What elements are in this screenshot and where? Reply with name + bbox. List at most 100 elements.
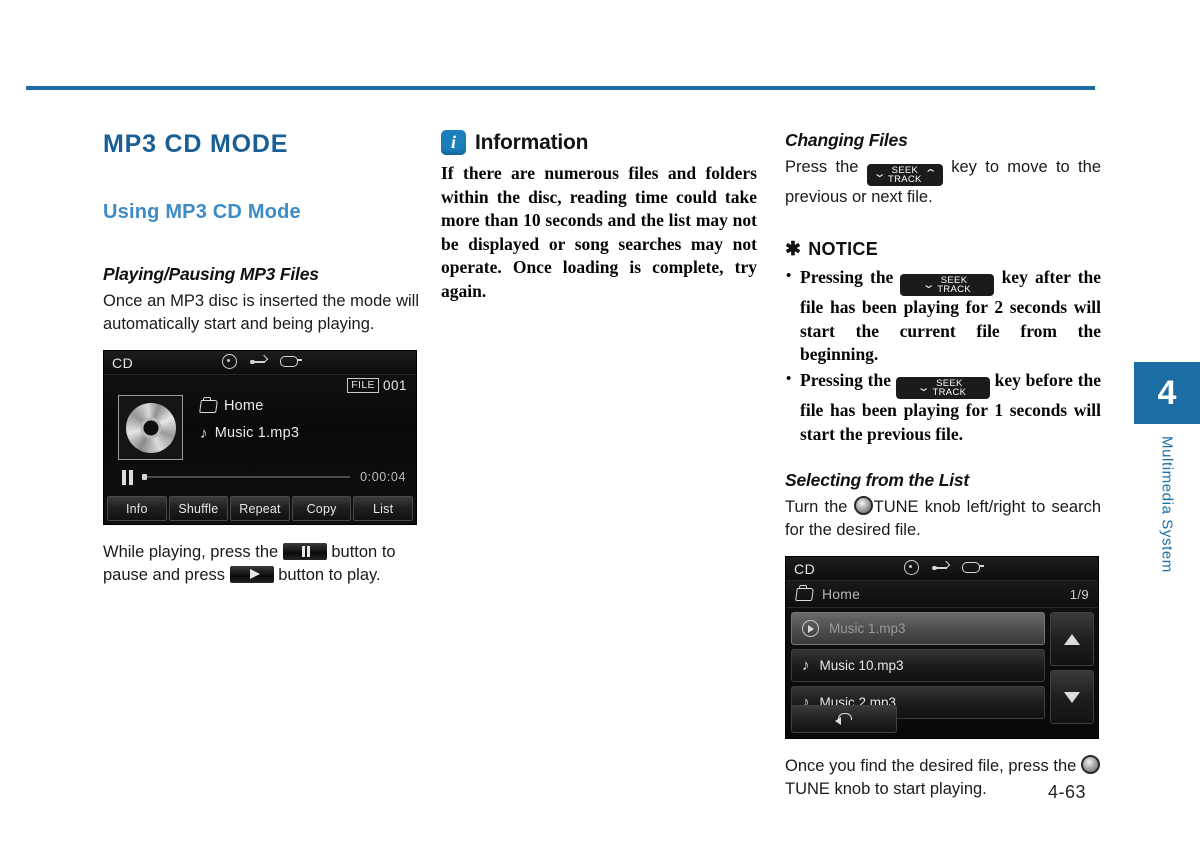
track-label: TRACK — [932, 387, 967, 398]
arrow-up-icon — [1064, 633, 1080, 645]
seek-track-labels: SEEK TRACK — [887, 165, 922, 185]
usb-icon — [932, 560, 951, 574]
closing-text-1: Once you find the desired file, press th… — [785, 757, 1077, 775]
back-button[interactable] — [791, 705, 897, 733]
chapter-number: 4 — [1134, 362, 1200, 424]
status-icon-group — [904, 560, 984, 575]
folder-icon — [795, 587, 814, 601]
source-label: CD — [794, 560, 816, 577]
play-button-glyph — [229, 566, 274, 583]
softkey-list[interactable]: List — [353, 496, 413, 521]
track-label: TRACK — [887, 173, 922, 185]
closing-text-2: TUNE knob to start playing. — [785, 780, 987, 798]
track-line: ♪ Music 1.mp3 — [200, 425, 299, 441]
disc-icon — [904, 560, 919, 575]
softkey-shuffle[interactable]: Shuffle — [168, 496, 229, 521]
notice-star-icon: ✱ — [785, 238, 802, 260]
device-status-bar: CD — [104, 351, 416, 375]
softkey-repeat[interactable]: Repeat — [230, 496, 290, 521]
caption-text-3: button to play. — [278, 566, 381, 584]
file-indicator: FILE 001 — [347, 378, 407, 393]
track-label: TRACK — [937, 284, 971, 295]
cd-disc-icon — [125, 402, 176, 453]
seek-track-labels: SEEK TRACK — [932, 379, 967, 398]
intro-paragraph: Once an MP3 disc is inserted the mode wi… — [103, 292, 419, 333]
list-item[interactable]: ♪ Music 10.mp3 — [791, 649, 1045, 682]
chapter-name: Multimedia System — [1158, 436, 1176, 573]
changing-files-text-1: Press the — [785, 158, 859, 176]
list-item-label: Music 10.mp3 — [819, 658, 904, 673]
chevron-down-icon: ⌄ — [872, 168, 887, 180]
notice-item-2: Pressing the ⌄ SEEK TRACK key before the… — [785, 368, 1101, 447]
section-heading: Using MP3 CD Mode — [103, 201, 301, 223]
now-playing-screenshot: CD FILE 001 Home ♪ Music 1.mp3 0:00:04 I… — [103, 350, 417, 525]
information-header: i Information — [441, 130, 757, 155]
music-note-icon: ♪ — [802, 657, 810, 674]
source-label: CD — [112, 354, 134, 371]
track-name: Music 1.mp3 — [214, 425, 300, 441]
scrollbar[interactable] — [1050, 612, 1094, 724]
list-item-label: Music 1.mp3 — [829, 621, 906, 636]
scroll-down-button[interactable] — [1050, 670, 1094, 724]
middle-column: i Information If there are numerous file… — [441, 130, 757, 303]
pause-button-glyph — [282, 543, 327, 560]
folder-icon — [199, 399, 218, 413]
music-note-icon: ♪ — [200, 424, 208, 442]
playback-caption: While playing, press the button to pause… — [103, 541, 419, 587]
notice-header: ✱ NOTICE — [785, 239, 1101, 260]
selecting-list-paragraph: Turn the TUNE knob left/right to search … — [785, 496, 1101, 542]
pause-icon — [120, 469, 136, 485]
chapter-side-tab: 4 Multimedia System — [1134, 362, 1200, 573]
usb-icon — [250, 354, 269, 368]
chevron-down-icon: ⌄ — [917, 381, 931, 394]
seek-track-key-icon: ⌄ SEEK TRACK — [900, 274, 995, 296]
tune-knob-icon — [1081, 755, 1100, 774]
softkey-copy[interactable]: Copy — [291, 496, 352, 521]
caption-text-1: While playing, press the — [103, 543, 279, 561]
right-column: Changing Files Press the ⌄ SEEK TRACK ⌃ … — [785, 130, 1101, 801]
chevron-down-icon: ⌄ — [921, 278, 936, 291]
progress-bar[interactable] — [141, 474, 351, 480]
scroll-up-button[interactable] — [1050, 612, 1094, 666]
file-number: 001 — [382, 378, 407, 393]
chevron-up-icon: ⌃ — [923, 168, 938, 180]
notice-item-2-text-1: Pressing the — [800, 369, 891, 390]
album-art — [118, 395, 183, 460]
aux-icon — [962, 562, 984, 573]
arrow-down-icon — [1064, 691, 1080, 703]
tune-knob-icon — [853, 496, 873, 515]
folder-line: Home — [199, 398, 299, 414]
play-circle-icon — [802, 620, 819, 637]
file-tag-label: FILE — [347, 378, 379, 393]
device-status-bar: CD — [786, 557, 1098, 581]
status-icon-group — [222, 354, 302, 369]
page-indicator: 1/9 — [1069, 586, 1089, 602]
softkey-info[interactable]: Info — [107, 496, 167, 521]
notice-item-1-text-1: Pressing the — [800, 266, 894, 287]
folder-name: Home — [822, 586, 861, 602]
playback-progress: 0:00:04 — [104, 460, 416, 485]
left-column: MP3 CD MODE Using MP3 CD Mode Playing/Pa… — [103, 130, 419, 587]
subsection-heading: Playing/Pausing MP3 Files — [103, 264, 319, 284]
list-item[interactable]: Music 1.mp3 — [791, 612, 1045, 645]
seek-track-key-icon: ⌄ SEEK TRACK — [895, 377, 990, 399]
list-path-bar: Home 1/9 — [786, 581, 1098, 608]
information-icon: i — [441, 130, 466, 155]
folder-name: Home — [224, 398, 264, 414]
track-metadata: Home ♪ Music 1.mp3 — [199, 395, 299, 452]
selecting-text-1: Turn the — [785, 498, 848, 516]
disc-icon — [222, 354, 237, 369]
page-top-rule — [26, 86, 1095, 90]
seek-track-labels: SEEK TRACK — [937, 276, 971, 295]
notice-title: NOTICE — [808, 238, 879, 259]
elapsed-time: 0:00:04 — [360, 470, 406, 484]
notice-list: Pressing the ⌄ SEEK TRACK key after the … — [785, 265, 1101, 447]
changing-files-heading: Changing Files — [785, 130, 908, 150]
information-title: Information — [475, 130, 589, 154]
softkey-bar: Info Shuffle Repeat Copy List — [104, 496, 416, 524]
file-list-screenshot: CD Home 1/9 Music 1.mp3 ♪ Music 10.mp3 ♪… — [785, 556, 1099, 739]
back-arrow-icon — [835, 713, 853, 725]
aux-icon — [280, 356, 302, 367]
